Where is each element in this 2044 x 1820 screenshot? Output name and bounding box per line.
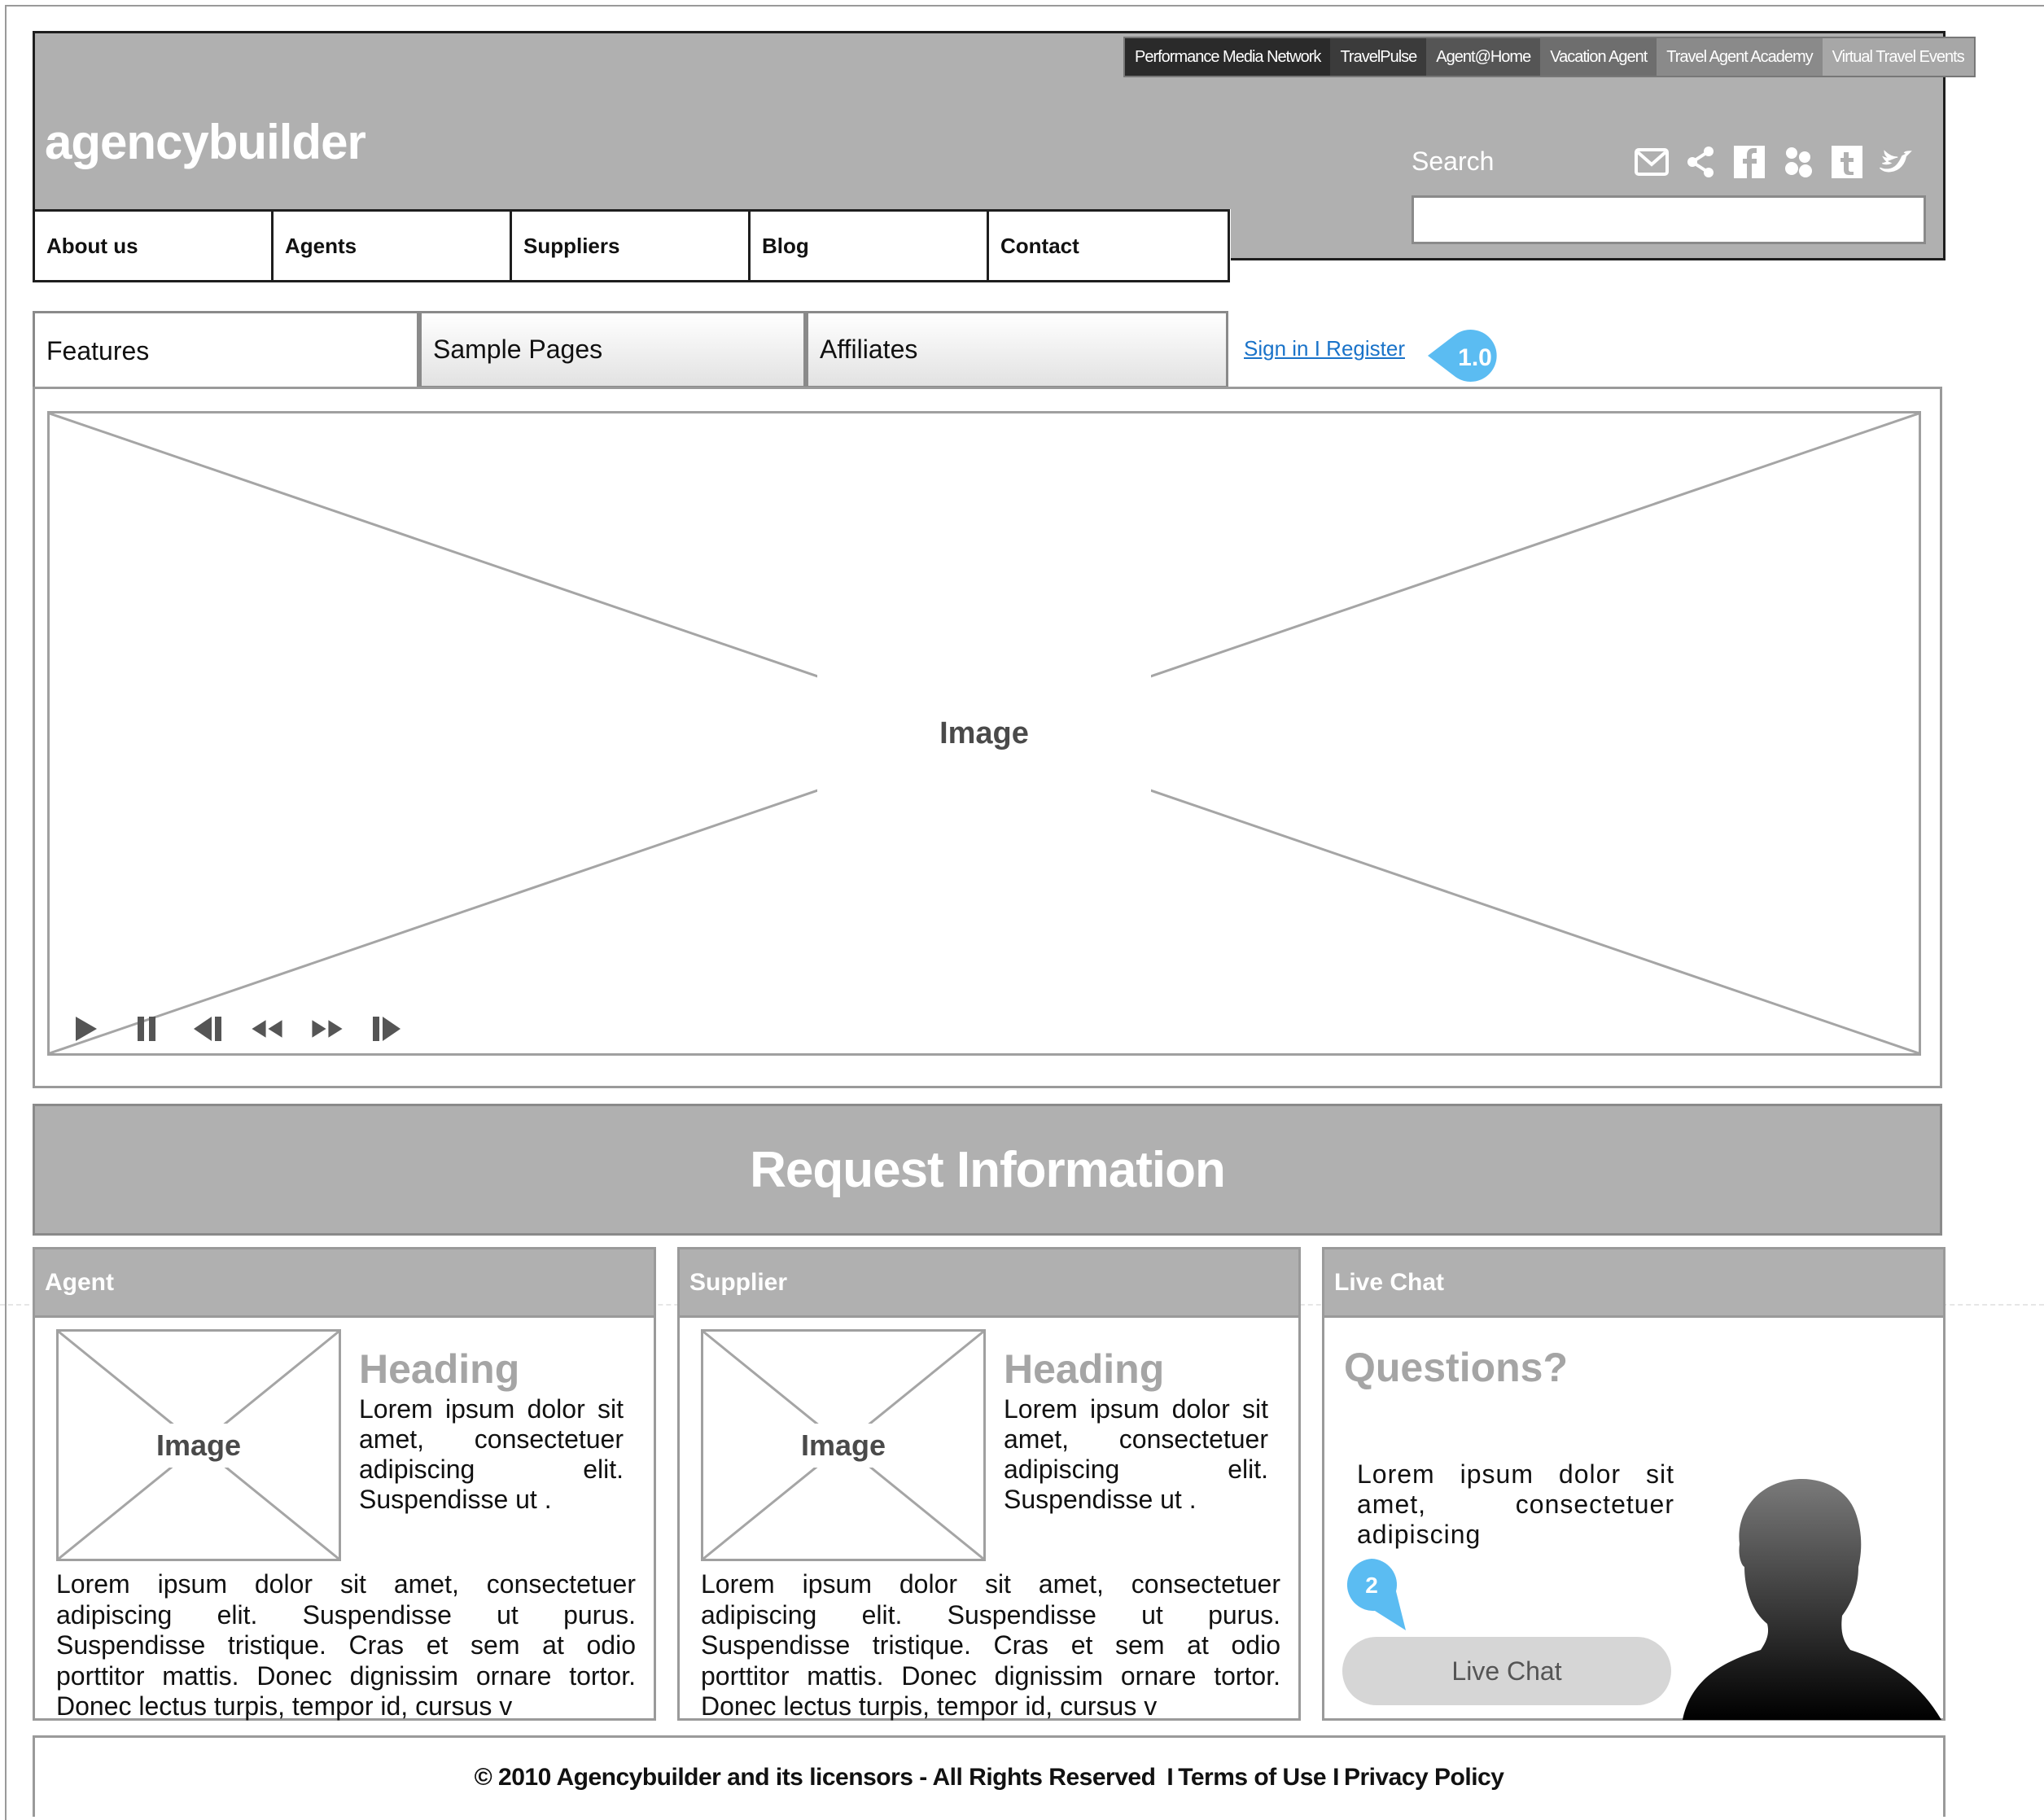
network-link-vacation-agent[interactable]: Vacation Agent	[1540, 38, 1657, 76]
network-link-virtual-travel-events[interactable]: Virtual Travel Events	[1822, 38, 1974, 76]
network-link-travel-agent-academy[interactable]: Travel Agent Academy	[1657, 38, 1823, 76]
supplier-card-header: Supplier	[680, 1249, 1298, 1318]
slider-controls	[70, 1014, 404, 1043]
avatar-silhouette	[1683, 1476, 1943, 1724]
step-back-icon[interactable]	[190, 1014, 223, 1043]
live-chat-button[interactable]: Live Chat	[1342, 1637, 1671, 1705]
agent-card: Agent Image Heading Lorem ipsum dolor si…	[33, 1247, 656, 1721]
agent-image-label: Image	[147, 1423, 250, 1468]
supplier-heading: Heading	[1004, 1346, 1165, 1392]
network-link-performance-media[interactable]: Performance Media Network	[1125, 38, 1331, 76]
main-nav: About us Agents Suppliers Blog Contact	[33, 209, 1230, 282]
tab-sample-pages[interactable]: Sample Pages	[419, 311, 806, 388]
agent-short-text: Lorem ipsum dolor sit amet, consectetuer…	[359, 1394, 624, 1514]
chat-annotation-label: 2	[1365, 1573, 1378, 1598]
live-chat-card-header: Live Chat	[1324, 1249, 1943, 1318]
nav-suppliers[interactable]: Suppliers	[512, 212, 751, 280]
questions-text: Lorem ipsum dolor sit amet, consectetuer…	[1357, 1459, 1674, 1549]
signin-register-link[interactable]: Sign in I Register	[1244, 336, 1405, 361]
nav-blog[interactable]: Blog	[751, 212, 989, 280]
site-footer: © 2010 Agencybuilder and its licensors -…	[33, 1735, 1946, 1817]
version-label: 1.0	[1458, 344, 1492, 371]
agent-image-placeholder: Image	[56, 1329, 341, 1561]
delicious-icon[interactable]	[1781, 145, 1815, 179]
copyright-text: © 2010 Agencybuilder and its licensors -…	[474, 1763, 1156, 1791]
chat-annotation: 2	[1342, 1555, 1407, 1636]
play-icon[interactable]	[70, 1014, 103, 1043]
nav-about-us[interactable]: About us	[35, 212, 274, 280]
supplier-short-text: Lorem ipsum dolor sit amet, consectetuer…	[1004, 1394, 1268, 1514]
tab-affiliates[interactable]: Affiliates	[806, 311, 1228, 388]
footer-separator: I	[1166, 1763, 1174, 1791]
search-input[interactable]	[1412, 195, 1926, 244]
supplier-card: Supplier Image Heading Lorem ipsum dolor…	[677, 1247, 1301, 1721]
agent-card-header: Agent	[35, 1249, 654, 1318]
network-bar: Performance Media Network TravelPulse Ag…	[1123, 37, 1976, 77]
rewind-icon[interactable]	[251, 1014, 283, 1043]
questions-heading: Questions?	[1344, 1345, 1569, 1390]
search-label: Search	[1412, 147, 1495, 176]
nav-agents[interactable]: Agents	[274, 212, 512, 280]
network-link-travelpulse[interactable]: TravelPulse	[1330, 38, 1427, 76]
terms-of-use-link[interactable]: Terms of Use	[1178, 1764, 1326, 1792]
version-annotation: 1.0	[1428, 328, 1506, 387]
share-icon[interactable]	[1683, 145, 1718, 179]
pause-icon[interactable]	[130, 1014, 163, 1043]
supplier-image-label: Image	[792, 1423, 895, 1468]
hero-image-placeholder: Image	[47, 411, 1921, 1056]
facebook-icon[interactable]	[1732, 145, 1766, 179]
step-forward-icon[interactable]	[371, 1014, 404, 1043]
request-information-banner: Request Information	[33, 1104, 1942, 1236]
tab-features[interactable]: Features	[33, 311, 419, 388]
agent-heading: Heading	[359, 1346, 520, 1392]
email-icon[interactable]	[1635, 145, 1669, 179]
supplier-image-placeholder: Image	[701, 1329, 986, 1561]
privacy-policy-link[interactable]: Privacy Policy	[1344, 1764, 1504, 1792]
agent-long-text: Lorem ipsum dolor sit amet, consectetuer…	[56, 1569, 636, 1721]
network-link-agent-at-home[interactable]: Agent@Home	[1426, 38, 1541, 76]
live-chat-card: Live Chat Questions? Lorem ipsum dolor s…	[1322, 1247, 1946, 1721]
site-logo[interactable]: agencybuilder	[45, 114, 366, 170]
tumblr-icon[interactable]	[1830, 145, 1864, 179]
supplier-long-text: Lorem ipsum dolor sit amet, consectetuer…	[701, 1569, 1280, 1721]
fast-forward-icon[interactable]	[311, 1014, 344, 1043]
social-icons	[1635, 145, 1913, 179]
footer-separator: I	[1333, 1763, 1339, 1791]
hero-image-label: Image	[817, 667, 1151, 800]
nav-contact[interactable]: Contact	[989, 212, 1228, 280]
twitter-icon[interactable]	[1879, 145, 1913, 179]
